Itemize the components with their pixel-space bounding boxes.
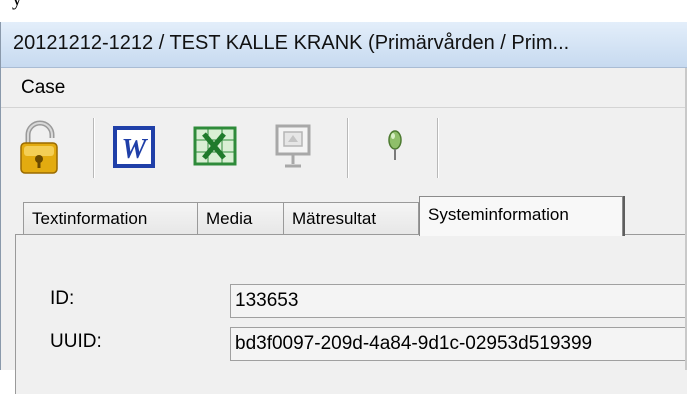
toolbar-separator — [93, 118, 94, 178]
svg-text:W: W — [122, 134, 149, 165]
toolbar-separator — [437, 118, 438, 178]
uuid-label: UUID: — [50, 331, 102, 352]
tab-label: Textinformation — [32, 209, 148, 228]
id-field[interactable]: 133653 — [230, 284, 687, 318]
menu-bar: Case — [1, 68, 687, 108]
tab-textinformation[interactable]: Textinformation — [23, 202, 198, 236]
pin-icon[interactable] — [371, 120, 423, 174]
menu-item-case[interactable]: Case — [21, 77, 65, 99]
id-label: ID: — [50, 288, 75, 309]
tab-label: Media — [206, 209, 253, 228]
tab-matresultat[interactable]: Mätresultat — [283, 202, 419, 236]
tab-strip: Textinformation Media Mätresultat System… — [1, 196, 687, 236]
tab-media[interactable]: Media — [197, 202, 284, 236]
tab-label: Systeminformation — [428, 205, 569, 224]
app-window: 20121212-1212 / TEST KALLE KRANK (Primär… — [0, 22, 687, 394]
caption-fragment: y — [12, 0, 22, 10]
word-icon[interactable]: W — [111, 120, 163, 174]
tab-label: Mätresultat — [292, 209, 377, 228]
systeminformation-panel: ID: 133653 UUID: bd3f0097-209d-4a84-9d1c… — [15, 234, 687, 394]
excel-icon[interactable] — [191, 120, 243, 174]
toolbar-separator — [347, 118, 348, 178]
uuid-field[interactable]: bd3f0097-209d-4a84-9d1c-02953d519399 — [230, 327, 687, 361]
presentation-icon[interactable] — [269, 120, 321, 174]
tab-systeminformation[interactable]: Systeminformation — [419, 196, 623, 236]
title-bar[interactable]: 20121212-1212 / TEST KALLE KRANK (Primär… — [1, 22, 687, 68]
window-title: 20121212-1212 / TEST KALLE KRANK (Primär… — [13, 32, 570, 54]
lock-icon[interactable] — [15, 120, 67, 174]
